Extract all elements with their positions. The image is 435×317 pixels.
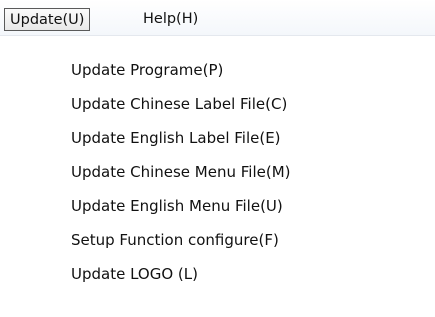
menu-item-update-english-menu-file[interactable]: Update English Menu File(U)	[5, 189, 425, 223]
menu-item-update-chinese-label-file[interactable]: Update Chinese Label File(C)	[5, 87, 425, 121]
menu-item-update-english-label-file[interactable]: Update English Label File(E)	[5, 121, 425, 155]
menu-item-setup-function-configure[interactable]: Setup Function configure(F)	[5, 223, 425, 257]
menu-help[interactable]: Help(H)	[143, 8, 198, 31]
menu-item-update-programe[interactable]: Update Programe(P)	[5, 53, 425, 87]
menu-item-update-logo[interactable]: Update LOGO (L)	[5, 257, 425, 291]
menu-item-label: Update English Menu File(U)	[71, 197, 283, 215]
menu-item-label: Setup Function configure(F)	[71, 231, 279, 249]
menu-item-label: Update English Label File(E)	[71, 129, 281, 147]
update-dropdown-menu: Update Programe(P) Update Chinese Label …	[5, 36, 435, 317]
menu-bar: Update(U) Help(H)	[0, 0, 435, 36]
menu-item-label: Update Chinese Menu File(M)	[71, 163, 291, 181]
menu-item-update-chinese-menu-file[interactable]: Update Chinese Menu File(M)	[5, 155, 425, 189]
menu-item-label: Update Programe(P)	[71, 61, 224, 79]
menu-update[interactable]: Update(U)	[4, 8, 91, 31]
menu-item-label: Update Chinese Label File(C)	[71, 95, 288, 113]
menu-item-label: Update LOGO (L)	[71, 265, 198, 283]
